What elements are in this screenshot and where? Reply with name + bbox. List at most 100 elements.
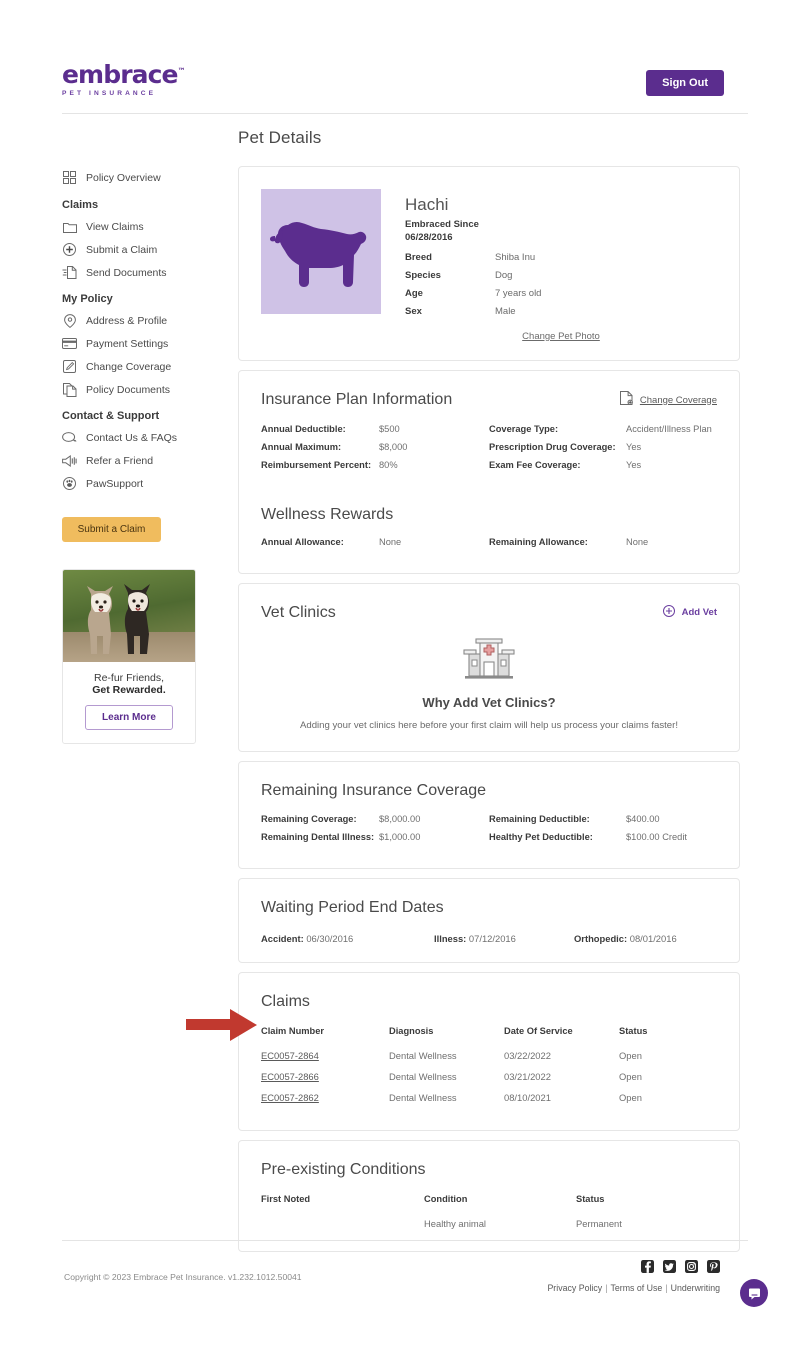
- terms-of-use-link[interactable]: Terms of Use: [610, 1283, 662, 1293]
- field-value: Accident/Illness Plan: [626, 423, 712, 434]
- date-of-service-cell: 03/22/2022: [504, 1049, 551, 1061]
- privacy-policy-link[interactable]: Privacy Policy: [547, 1283, 602, 1293]
- underwriting-link[interactable]: Underwriting: [671, 1283, 720, 1293]
- submit-a-claim-button[interactable]: Submit a Claim: [62, 517, 161, 542]
- footer-divider: [62, 1240, 748, 1241]
- column-header-diagnosis: Diagnosis: [389, 1025, 434, 1036]
- plan-field-annual-deductible: Annual Deductible: $500: [261, 424, 489, 434]
- change-pet-photo-link[interactable]: Change Pet Photo: [405, 331, 717, 342]
- field-value: Male: [495, 305, 516, 317]
- sidebar-item-address-profile[interactable]: Address & Profile: [62, 309, 222, 332]
- dog-silhouette-icon: [270, 221, 367, 287]
- first-noted-cell: [261, 1215, 424, 1229]
- wellness-right-column: Remaining Allowance: None: [489, 537, 717, 555]
- sidebar-item-submit-a-claim[interactable]: Submit a Claim: [62, 238, 222, 261]
- sidebar-item-label: Policy Documents: [86, 383, 171, 396]
- sidebar-item-send-documents[interactable]: Send Documents: [62, 261, 222, 284]
- embrace-logo[interactable]: embrace™ PET INSURANCE: [62, 62, 232, 97]
- social-links: [641, 1260, 720, 1273]
- sidebar-item-label: Submit a Claim: [86, 243, 158, 256]
- field-label: Coverage Type:: [489, 423, 559, 434]
- field-value: Dog: [495, 269, 513, 281]
- pet-photo[interactable]: [261, 189, 381, 314]
- sidebar-item-label: Policy Overview: [86, 171, 161, 184]
- plan-left-column: Annual Deductible: $500 Annual Maximum: …: [261, 424, 489, 478]
- pet-field-breed: Breed Shiba Inu: [405, 252, 717, 263]
- sidebar-group-claims: Claims: [62, 199, 99, 211]
- sidebar-item-view-claims[interactable]: View Claims: [62, 215, 222, 238]
- change-coverage-link[interactable]: Change Coverage: [619, 390, 717, 410]
- sidebar-item-label: Refer a Friend: [86, 454, 154, 467]
- field-label: Exam Fee Coverage:: [489, 459, 581, 470]
- field-label: Remaining Deductible:: [489, 813, 590, 824]
- twitter-icon[interactable]: [663, 1260, 676, 1273]
- sidebar-item-label: View Claims: [86, 220, 144, 233]
- pinterest-icon[interactable]: [707, 1260, 720, 1273]
- field-value: None: [626, 536, 649, 547]
- chat-widget-button[interactable]: [740, 1279, 768, 1307]
- claim-number-cell: EC0057-2862: [261, 1087, 389, 1108]
- field-value: 80%: [379, 459, 398, 470]
- page-title: Pet Details: [238, 128, 322, 147]
- remaining-right-column: Remaining Deductible: $400.00 Healthy Pe…: [489, 814, 717, 850]
- diagnosis-cell: Dental Wellness: [389, 1091, 457, 1103]
- chat-bubble-icon: [62, 430, 77, 445]
- sidebar-nav: Policy Overview Claims View Claims Submi…: [62, 166, 222, 744]
- facebook-icon[interactable]: [641, 1260, 654, 1273]
- promo-line-1: Re-fur Friends,: [93, 672, 165, 684]
- field-value: $500: [379, 423, 400, 434]
- location-pin-icon: [62, 313, 77, 328]
- field-label: Prescription Drug Coverage:: [489, 441, 616, 452]
- sidebar-item-policy-overview[interactable]: Policy Overview: [62, 166, 222, 189]
- column-header-claim-number: Claim Number: [261, 1025, 325, 1036]
- wellness-field-annual-allowance: Annual Allowance: None: [261, 537, 489, 547]
- preexisting-conditions-card: Pre-existing Conditions First Noted Cond…: [238, 1139, 740, 1252]
- claim-number-link[interactable]: EC0057-2866: [261, 1071, 319, 1082]
- claims-table: Claim Number Diagnosis Date Of Service S…: [261, 1026, 717, 1108]
- status-cell: Open: [619, 1070, 642, 1082]
- claim-number-link[interactable]: EC0057-2862: [261, 1092, 319, 1103]
- status-cell: Permanent: [576, 1217, 622, 1229]
- plan-field-exam-fee-coverage: Exam Fee Coverage: Yes: [489, 460, 717, 470]
- add-vet-button[interactable]: Add Vet: [662, 604, 717, 622]
- site-header: embrace™ PET INSURANCE Sign Out: [0, 0, 804, 114]
- remaining-coverage-card: Remaining Insurance Coverage Remaining C…: [238, 760, 740, 869]
- referral-promo-card[interactable]: Re-fur Friends, Get Rewarded. Learn More: [62, 569, 196, 744]
- chat-bubble-icon: [748, 1288, 760, 1299]
- field-value: 06/30/2016: [306, 932, 354, 944]
- remaining-field-coverage: Remaining Coverage: $8,000.00: [261, 814, 489, 824]
- table-row: EC0057-2862 Dental Wellness 08/10/2021 O…: [261, 1087, 717, 1108]
- sidebar-item-label: Send Documents: [86, 266, 167, 279]
- dog-photo-right: [124, 584, 150, 654]
- pet-name: Hachi: [405, 195, 449, 214]
- insurance-plan-card: Insurance Plan Information Change Covera…: [238, 369, 740, 574]
- column-header-condition: Condition: [424, 1193, 468, 1204]
- instagram-icon[interactable]: [685, 1260, 698, 1273]
- why-add-vet-clinics-description: Adding your vet clinics here before your…: [299, 719, 679, 731]
- sidebar-item-label: Payment Settings: [86, 337, 169, 350]
- diagnosis-cell: Dental Wellness: [389, 1049, 457, 1061]
- sidebar-item-contact-us-faqs[interactable]: Contact Us & FAQs: [62, 426, 222, 449]
- sign-out-button[interactable]: Sign Out: [646, 70, 724, 96]
- column-header-first-noted: First Noted: [261, 1193, 311, 1204]
- sidebar-item-pawsupport[interactable]: PawSupport: [62, 472, 222, 495]
- sidebar-group-contact-support: Contact & Support: [62, 410, 160, 422]
- sidebar-item-payment-settings[interactable]: Payment Settings: [62, 332, 222, 355]
- waiting-period-title: Waiting Period End Dates: [261, 898, 444, 916]
- sidebar-item-change-coverage[interactable]: Change Coverage: [62, 355, 222, 378]
- table-row: EC0057-2864 Dental Wellness 03/22/2022 O…: [261, 1045, 717, 1066]
- claim-number-link[interactable]: EC0057-2864: [261, 1050, 319, 1061]
- field-label: Orthopedic:: [574, 932, 628, 944]
- folder-icon: [62, 219, 77, 234]
- table-row: EC0057-2866 Dental Wellness 03/21/2022 O…: [261, 1066, 717, 1087]
- sidebar-item-policy-documents[interactable]: Policy Documents: [62, 378, 222, 401]
- sidebar-item-refer-a-friend[interactable]: Refer a Friend: [62, 449, 222, 472]
- learn-more-button[interactable]: Learn More: [85, 705, 173, 730]
- remaining-coverage-title: Remaining Insurance Coverage: [261, 781, 487, 799]
- add-document-icon: [619, 390, 633, 410]
- copyright-text: Copyright © 2023 Embrace Pet Insurance. …: [64, 1272, 302, 1282]
- sidebar-item-label: Change Coverage: [86, 360, 172, 373]
- documents-icon: [62, 382, 77, 397]
- field-label: Healthy Pet Deductible:: [489, 831, 593, 842]
- vet-clinic-building-icon: [463, 638, 515, 679]
